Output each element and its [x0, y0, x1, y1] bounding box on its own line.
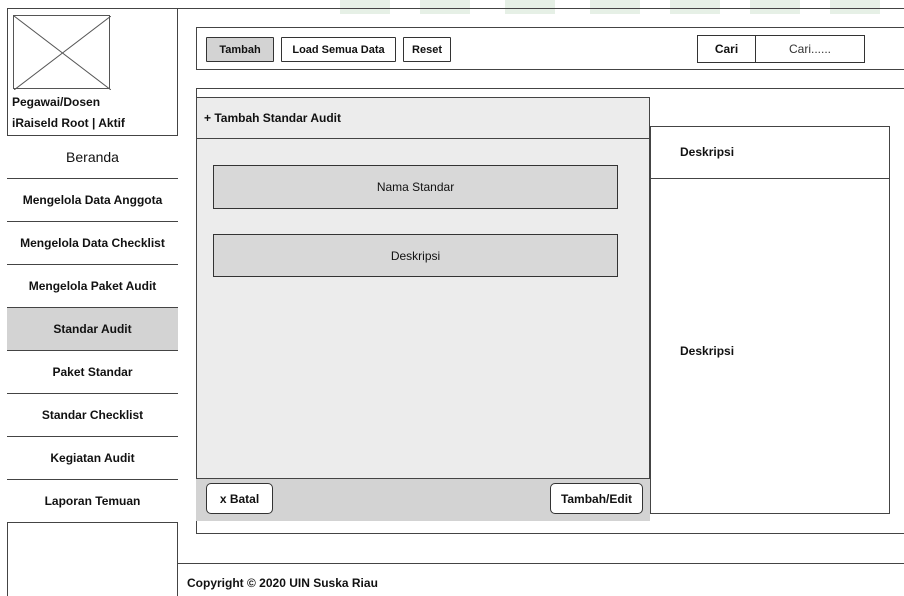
watermark-segment — [340, 0, 390, 14]
detail-header: Deskripsi — [650, 126, 890, 179]
reset-button[interactable]: Reset — [403, 37, 451, 62]
sidebar-item-paket-audit[interactable]: Mengelola Paket Audit — [7, 264, 178, 307]
image-placeholder-icon — [14, 16, 111, 90]
sidebar-item-laporan-temuan[interactable]: Laporan Temuan — [7, 479, 178, 522]
sidebar-item-data-checklist[interactable]: Mengelola Data Checklist — [7, 221, 178, 264]
load-all-data-button[interactable]: Load Semua Data — [281, 37, 396, 62]
detail-body: Deskripsi — [680, 344, 735, 358]
watermark-segment — [750, 0, 800, 14]
logo-placeholder — [13, 15, 111, 90]
watermark-segment — [590, 0, 640, 14]
sidebar-divider — [7, 522, 178, 523]
detail-panel — [650, 126, 890, 514]
standard-name-field[interactable]: Nama Standar — [213, 165, 618, 209]
search-button[interactable]: Cari — [697, 35, 756, 63]
sidebar-item-standar-audit[interactable]: Standar Audit — [7, 307, 178, 350]
watermark-segment — [670, 0, 720, 14]
cancel-button[interactable]: x Batal — [206, 483, 273, 514]
submit-button[interactable]: Tambah/Edit — [550, 483, 643, 514]
top-border — [178, 8, 904, 9]
user-role: Pegawai/Dosen — [12, 95, 101, 109]
copyright-text: Copyright © 2020 UIN Suska Riau — [187, 576, 378, 590]
description-field[interactable]: Deskripsi — [213, 234, 618, 277]
dialog-title: + Tambah Standar Audit — [196, 97, 650, 139]
sidebar-item-beranda[interactable]: Beranda — [7, 135, 178, 178]
sidebar-item-paket-standar[interactable]: Paket Standar — [7, 350, 178, 393]
add-standard-dialog — [196, 97, 650, 521]
sidebar-item-standar-checklist[interactable]: Standar Checklist — [7, 393, 178, 436]
watermark-segment — [420, 0, 470, 14]
search-input[interactable]: Cari...... — [756, 35, 865, 63]
add-button[interactable]: Tambah — [206, 37, 274, 62]
sidebar-item-data-anggota[interactable]: Mengelola Data Anggota — [7, 178, 178, 221]
watermark-segment — [830, 0, 880, 14]
sidebar-item-kegiatan-audit[interactable]: Kegiatan Audit — [7, 436, 178, 479]
user-status: iRaiseld Root | Aktif — [12, 116, 125, 130]
watermark-segment — [505, 0, 555, 14]
